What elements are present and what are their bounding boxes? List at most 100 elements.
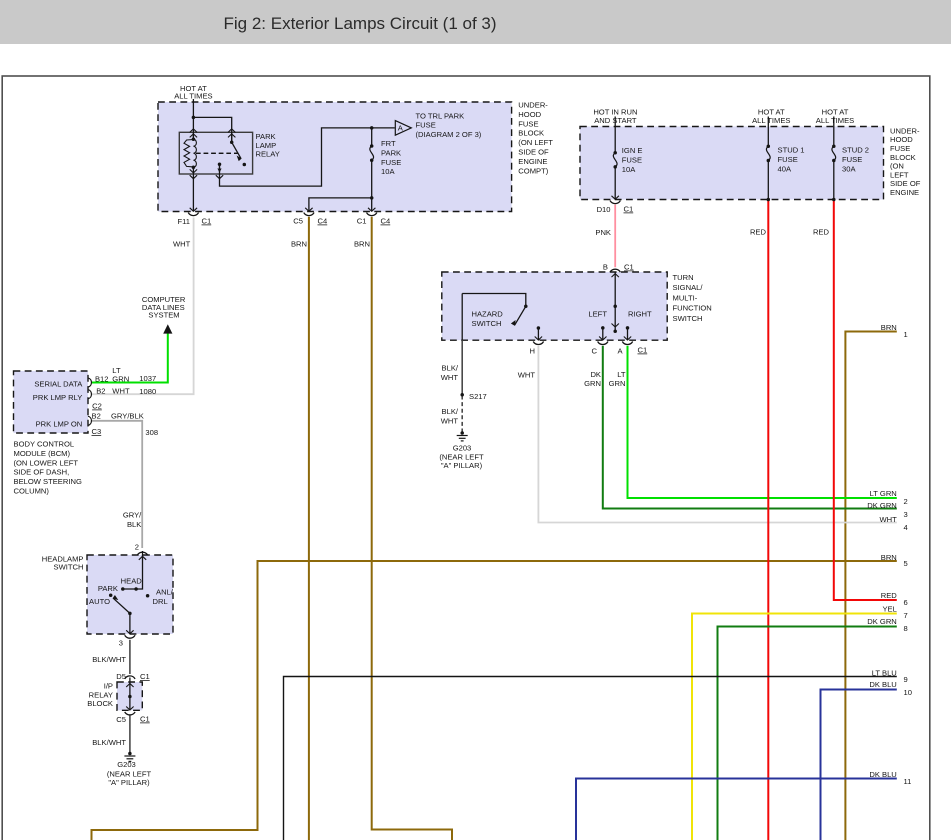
svg-text:H: H bbox=[530, 347, 535, 356]
svg-text:9: 9 bbox=[904, 675, 908, 684]
svg-text:D5: D5 bbox=[116, 672, 126, 681]
svg-text:BRN: BRN bbox=[881, 553, 897, 562]
svg-text:"A" PILLAR): "A" PILLAR) bbox=[441, 461, 483, 470]
svg-text:WHT: WHT bbox=[112, 387, 130, 396]
svg-text:BLK/: BLK/ bbox=[442, 364, 459, 373]
svg-text:(ON LOWER LEFT: (ON LOWER LEFT bbox=[14, 458, 79, 467]
svg-text:40A: 40A bbox=[778, 164, 792, 173]
svg-text:BLK/WHT: BLK/WHT bbox=[92, 738, 126, 747]
svg-text:PRK LMP RLY: PRK LMP RLY bbox=[33, 393, 83, 402]
svg-text:BLOCK: BLOCK bbox=[890, 153, 916, 162]
svg-text:10A: 10A bbox=[381, 167, 395, 176]
svg-text:LEFT: LEFT bbox=[890, 170, 909, 179]
svg-text:DK: DK bbox=[590, 370, 601, 379]
svg-text:ALL TIMES: ALL TIMES bbox=[752, 116, 790, 125]
svg-text:B12: B12 bbox=[95, 375, 109, 384]
svg-text:HOOD: HOOD bbox=[518, 110, 541, 119]
svg-text:G203: G203 bbox=[117, 760, 136, 769]
svg-text:STUD 1: STUD 1 bbox=[778, 146, 805, 155]
svg-text:HOOD: HOOD bbox=[890, 135, 913, 144]
svg-text:BELOW STEERING: BELOW STEERING bbox=[14, 477, 82, 486]
svg-text:B: B bbox=[603, 263, 608, 272]
svg-text:"A" PILLAR): "A" PILLAR) bbox=[108, 778, 150, 787]
svg-text:C1: C1 bbox=[140, 672, 150, 681]
svg-text:SERIAL DATA: SERIAL DATA bbox=[34, 380, 83, 389]
svg-text:1037: 1037 bbox=[139, 374, 156, 383]
svg-text:STUD 2: STUD 2 bbox=[842, 146, 869, 155]
svg-text:MODULE (BCM): MODULE (BCM) bbox=[14, 449, 71, 458]
svg-text:BLOCK: BLOCK bbox=[518, 129, 544, 138]
svg-text:F11: F11 bbox=[177, 217, 190, 226]
svg-text:PARK: PARK bbox=[98, 584, 118, 593]
svg-text:C1: C1 bbox=[357, 217, 367, 226]
svg-text:BLK/WHT: BLK/WHT bbox=[92, 655, 126, 664]
svg-text:LT BLU: LT BLU bbox=[872, 669, 897, 678]
svg-text:C: C bbox=[592, 347, 598, 356]
svg-text:FUSE: FUSE bbox=[381, 158, 401, 167]
svg-text:(ON LEFT: (ON LEFT bbox=[518, 138, 553, 147]
svg-text:LT GRN: LT GRN bbox=[870, 489, 897, 498]
svg-text:I/P: I/P bbox=[104, 682, 113, 691]
svg-text:(DIAGRAM 2 OF 3): (DIAGRAM 2 OF 3) bbox=[416, 130, 482, 139]
svg-text:SIGNAL/: SIGNAL/ bbox=[673, 283, 704, 292]
svg-text:S217: S217 bbox=[469, 392, 487, 401]
svg-text:BODY CONTROL: BODY CONTROL bbox=[14, 440, 75, 449]
svg-text:D10: D10 bbox=[597, 205, 611, 214]
svg-text:HAZARD: HAZARD bbox=[472, 310, 504, 319]
svg-text:DRL: DRL bbox=[153, 597, 168, 606]
svg-text:YEL: YEL bbox=[882, 605, 896, 614]
svg-text:FUSE: FUSE bbox=[778, 155, 798, 164]
svg-text:B2: B2 bbox=[92, 412, 101, 421]
svg-text:WHT: WHT bbox=[441, 373, 459, 382]
svg-text:2: 2 bbox=[904, 497, 908, 506]
svg-text:C1: C1 bbox=[638, 346, 648, 355]
svg-text:C1: C1 bbox=[624, 263, 634, 272]
svg-text:4: 4 bbox=[904, 523, 908, 532]
svg-text:10A: 10A bbox=[622, 165, 636, 174]
svg-text:7: 7 bbox=[904, 611, 908, 620]
svg-text:BLK: BLK bbox=[127, 520, 141, 529]
svg-text:SYSTEM: SYSTEM bbox=[148, 311, 179, 320]
svg-text:COLUMN): COLUMN) bbox=[14, 487, 50, 496]
svg-text:TURN: TURN bbox=[673, 273, 694, 282]
svg-text:TO TRL PARK: TO TRL PARK bbox=[416, 111, 465, 120]
svg-text:GRN: GRN bbox=[112, 375, 129, 384]
svg-text:C5: C5 bbox=[116, 715, 126, 724]
svg-text:(NEAR LEFT: (NEAR LEFT bbox=[107, 769, 152, 778]
svg-text:WHT: WHT bbox=[518, 370, 536, 379]
svg-text:BRN: BRN bbox=[291, 240, 307, 249]
svg-text:2: 2 bbox=[135, 543, 139, 552]
svg-text:Fig 2: Exterior Lamps Circuit: Fig 2: Exterior Lamps Circuit (1 of 3) bbox=[223, 14, 496, 33]
svg-text:11: 11 bbox=[904, 777, 912, 786]
svg-text:BLOCK: BLOCK bbox=[87, 699, 113, 708]
svg-text:6: 6 bbox=[904, 598, 908, 607]
svg-text:MULTI-: MULTI- bbox=[673, 293, 698, 302]
svg-text:UNDER-: UNDER- bbox=[518, 101, 548, 110]
svg-text:308: 308 bbox=[145, 428, 158, 437]
svg-text:SIDE OF: SIDE OF bbox=[890, 179, 921, 188]
svg-text:G203: G203 bbox=[453, 444, 472, 453]
svg-text:RED: RED bbox=[813, 228, 830, 237]
svg-text:1080: 1080 bbox=[139, 387, 156, 396]
svg-text:DK GRN: DK GRN bbox=[867, 501, 897, 510]
svg-text:AUTO: AUTO bbox=[89, 597, 110, 606]
svg-text:BRN: BRN bbox=[881, 323, 897, 332]
svg-text:PARK: PARK bbox=[256, 132, 276, 141]
svg-text:PRK LMP ON: PRK LMP ON bbox=[36, 419, 83, 428]
svg-text:8: 8 bbox=[904, 624, 908, 633]
svg-text:DK BLU: DK BLU bbox=[869, 680, 896, 689]
svg-text:RED: RED bbox=[881, 591, 898, 600]
svg-text:BRN: BRN bbox=[354, 240, 370, 249]
svg-text:ENGINE: ENGINE bbox=[518, 157, 547, 166]
svg-text:ALL TIMES: ALL TIMES bbox=[816, 116, 854, 125]
svg-text:UNDER-: UNDER- bbox=[890, 126, 920, 135]
svg-text:C1: C1 bbox=[140, 715, 150, 724]
svg-text:C4: C4 bbox=[381, 217, 391, 226]
svg-text:PARK: PARK bbox=[381, 148, 401, 157]
svg-text:PNK: PNK bbox=[595, 228, 611, 237]
svg-text:B2: B2 bbox=[96, 387, 105, 396]
svg-text:WHT: WHT bbox=[880, 515, 898, 524]
svg-text:(ON: (ON bbox=[890, 162, 904, 171]
svg-text:C3: C3 bbox=[92, 427, 102, 436]
svg-text:SIDE OF DASH,: SIDE OF DASH, bbox=[14, 468, 70, 477]
